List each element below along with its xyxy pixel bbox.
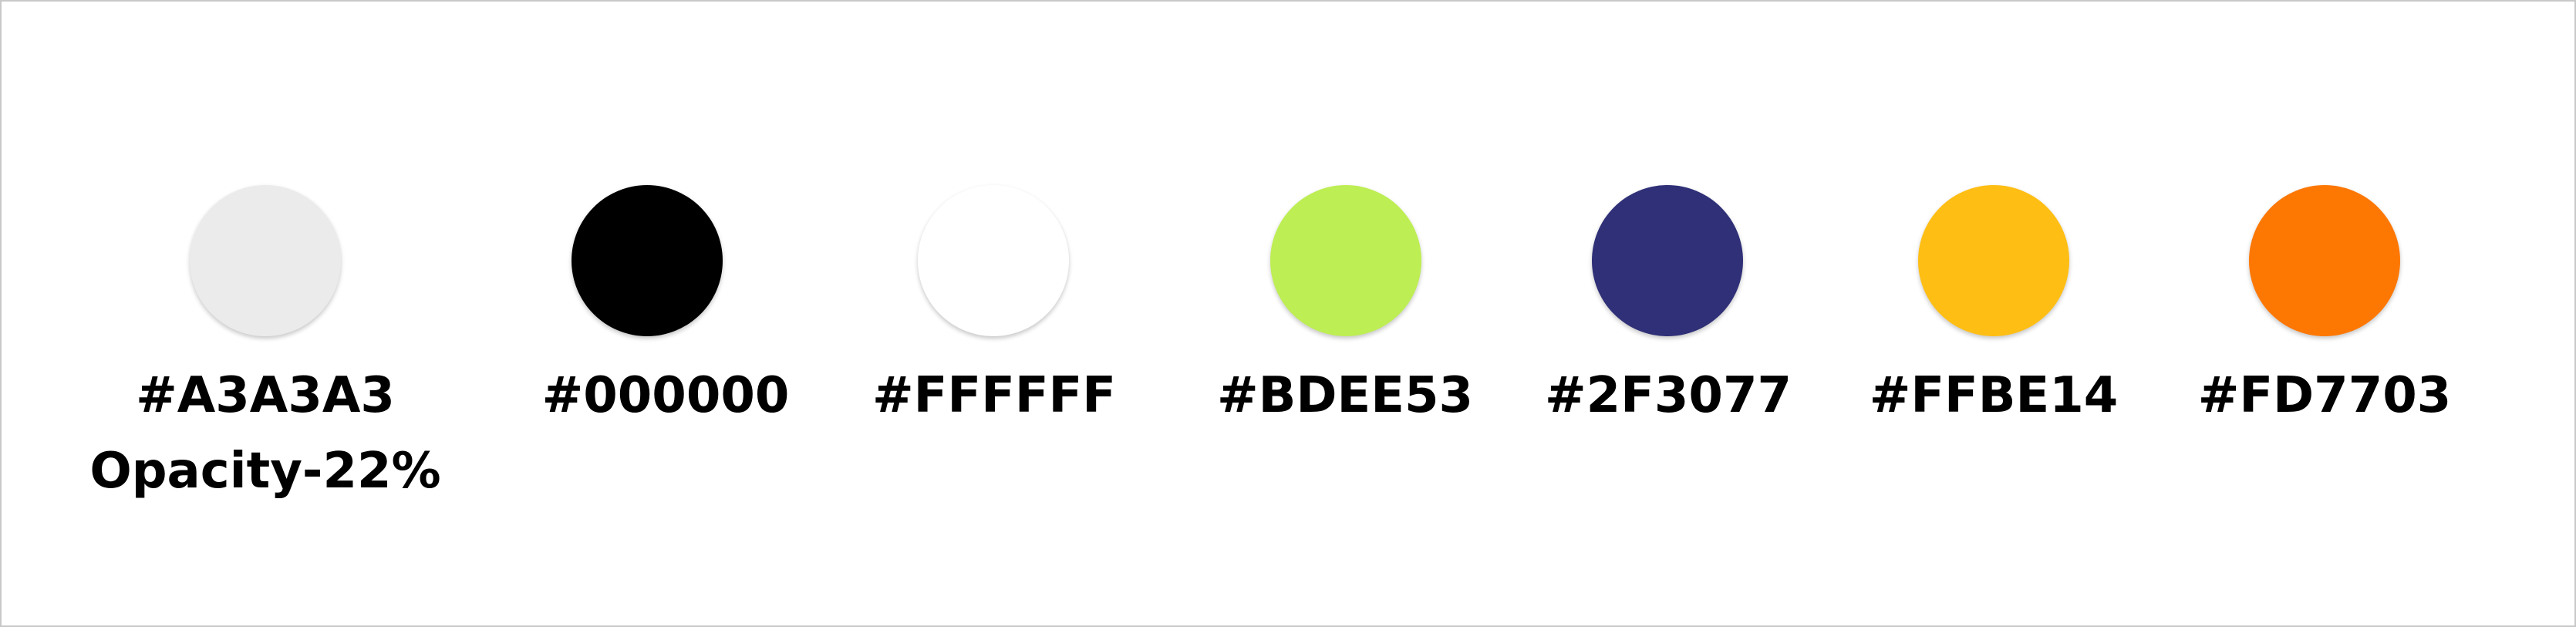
swatch-label-a3a3a3: #A3A3A3 Opacity-22% [34,358,497,509]
swatch-circle-2f3077 [1592,185,1743,336]
swatch-circle-ffbe14 [1918,185,2069,336]
swatch-circle-ffffff [918,185,1069,336]
color-palette: #A3A3A3 Opacity-22% #000000 #FFFFFF #BDE… [0,0,2576,627]
swatch-label-fd7703: #FD7703 [2093,358,2556,433]
swatch-hex-code: #FD7703 [2197,367,2452,424]
swatch-circle-fd7703 [2249,185,2400,336]
swatch-circle-000000 [572,185,723,336]
swatch-circle-bdee53 [1270,185,1421,336]
swatch-hex-code: #A3A3A3 [136,367,395,424]
swatch-circle-a3a3a3 [190,185,341,336]
swatch-opacity-note: Opacity-22% [89,443,441,500]
